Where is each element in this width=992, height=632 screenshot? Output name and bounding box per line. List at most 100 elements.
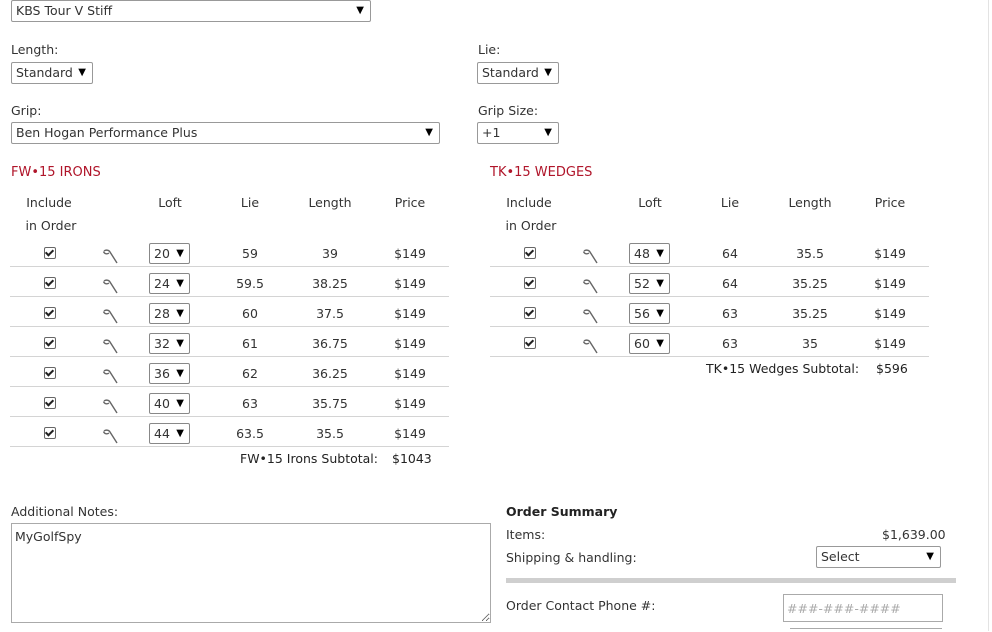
chevron-down-icon: ▼: [356, 5, 364, 16]
row-divider: [490, 266, 929, 267]
include-checkbox[interactable]: [44, 427, 56, 439]
shaft-select[interactable]: KBS Tour V Stiff ▼: [11, 0, 371, 22]
loft-select[interactable]: 56 ▼: [629, 303, 670, 324]
chevron-down-icon: ▼: [544, 67, 552, 78]
shipping-select-value: Select: [821, 549, 860, 564]
length-cell: 35.75: [312, 396, 348, 411]
length-cell: 35.25: [792, 276, 828, 291]
wedges-subtotal-value: $596: [876, 361, 908, 376]
price-cell: $149: [394, 336, 426, 351]
length-cell: 35.5: [796, 246, 824, 261]
wedges-header-lie: Lie: [720, 195, 740, 210]
loft-select[interactable]: 40 ▼: [149, 393, 190, 414]
include-checkbox[interactable]: [524, 277, 536, 289]
length-cell: 38.25: [312, 276, 348, 291]
loft-select[interactable]: 28 ▼: [149, 303, 190, 324]
irons-header-lie: Lie: [240, 195, 260, 210]
next-field-edge: [790, 628, 942, 632]
length-select[interactable]: Standard ▼: [11, 62, 93, 84]
include-checkbox[interactable]: [524, 247, 536, 259]
price-cell: $149: [394, 246, 426, 261]
loft-select-value: 40: [154, 396, 170, 411]
chevron-down-icon: ▼: [656, 308, 664, 319]
irons-subtotal-label: FW•15 Irons Subtotal:: [240, 451, 378, 466]
lie-cell: 64: [722, 246, 738, 261]
irons-header-price: Price: [394, 195, 426, 210]
loft-select[interactable]: 20 ▼: [149, 243, 190, 264]
lie-cell: 63.5: [236, 426, 264, 441]
club-head-icon: [101, 337, 119, 355]
grip-select[interactable]: Ben Hogan Performance Plus ▼: [11, 122, 440, 144]
club-head-icon: [581, 337, 599, 355]
loft-select-value: 48: [634, 246, 650, 261]
lie-cell: 63: [242, 396, 258, 411]
loft-select-value: 32: [154, 336, 170, 351]
loft-select[interactable]: 32 ▼: [149, 333, 190, 354]
loft-select[interactable]: 48 ▼: [629, 243, 670, 264]
shaft-select-value: KBS Tour V Stiff: [16, 3, 113, 18]
loft-select-value: 24: [154, 276, 170, 291]
loft-select-value: 60: [634, 336, 650, 351]
club-head-icon: [101, 277, 119, 295]
wedges-header-price: Price: [874, 195, 906, 210]
lie-cell: 59: [242, 246, 258, 261]
include-checkbox[interactable]: [44, 247, 56, 259]
loft-select[interactable]: 36 ▼: [149, 363, 190, 384]
loft-select-value: 44: [154, 426, 170, 441]
include-checkbox[interactable]: [44, 277, 56, 289]
price-cell: $149: [874, 276, 906, 291]
chevron-down-icon: ▼: [176, 368, 184, 379]
include-checkbox[interactable]: [524, 337, 536, 349]
loft-select[interactable]: 44 ▼: [149, 423, 190, 444]
wedges-header-loft: Loft: [638, 195, 662, 210]
include-checkbox[interactable]: [44, 337, 56, 349]
shipping-label: Shipping & handling:: [506, 550, 637, 565]
club-head-icon: [101, 427, 119, 445]
chevron-down-icon: ▼: [176, 248, 184, 259]
length-cell: 37.5: [316, 306, 344, 321]
row-divider: [10, 326, 449, 327]
grip-size-label: Grip Size:: [478, 103, 539, 118]
irons-subtotal-value: $1043: [392, 451, 432, 466]
loft-select-value: 36: [154, 366, 170, 381]
chevron-down-icon: ▼: [544, 127, 552, 138]
club-head-icon: [101, 397, 119, 415]
loft-select[interactable]: 60 ▼: [629, 333, 670, 354]
order-summary-title: Order Summary: [506, 504, 618, 519]
include-checkbox[interactable]: [44, 397, 56, 409]
grip-size-select[interactable]: +1 ▼: [477, 122, 559, 144]
notes-textarea[interactable]: [11, 523, 491, 623]
chevron-down-icon: ▼: [176, 428, 184, 439]
shipping-select[interactable]: Select ▼: [816, 546, 941, 568]
row-divider: [10, 356, 449, 357]
page-right-border: [988, 0, 989, 631]
length-cell: 36.25: [312, 366, 348, 381]
club-head-icon: [101, 247, 119, 265]
price-cell: $149: [394, 426, 426, 441]
chevron-down-icon: ▼: [176, 278, 184, 289]
price-cell: $149: [394, 276, 426, 291]
lie-cell: 59.5: [236, 276, 264, 291]
chevron-down-icon: ▼: [176, 398, 184, 409]
wedges-header-length: Length: [788, 195, 832, 210]
row-divider: [10, 296, 449, 297]
price-cell: $149: [394, 306, 426, 321]
loft-select[interactable]: 52 ▼: [629, 273, 670, 294]
lie-select[interactable]: Standard ▼: [477, 62, 559, 84]
length-cell: 36.75: [312, 336, 348, 351]
include-checkbox[interactable]: [44, 367, 56, 379]
length-select-value: Standard: [16, 65, 73, 80]
phone-label: Order Contact Phone #:: [506, 598, 656, 613]
include-checkbox[interactable]: [524, 307, 536, 319]
loft-select[interactable]: 24 ▼: [149, 273, 190, 294]
length-label: Length:: [11, 42, 59, 57]
wedges-title: TK•15 WEDGES: [490, 165, 593, 180]
lie-cell: 64: [722, 276, 738, 291]
chevron-down-icon: ▼: [656, 278, 664, 289]
phone-input[interactable]: [783, 594, 943, 622]
club-head-icon: [101, 367, 119, 385]
length-cell: 39: [322, 246, 338, 261]
include-checkbox[interactable]: [44, 307, 56, 319]
grip-label: Grip:: [11, 103, 42, 118]
lie-cell: 63: [722, 306, 738, 321]
